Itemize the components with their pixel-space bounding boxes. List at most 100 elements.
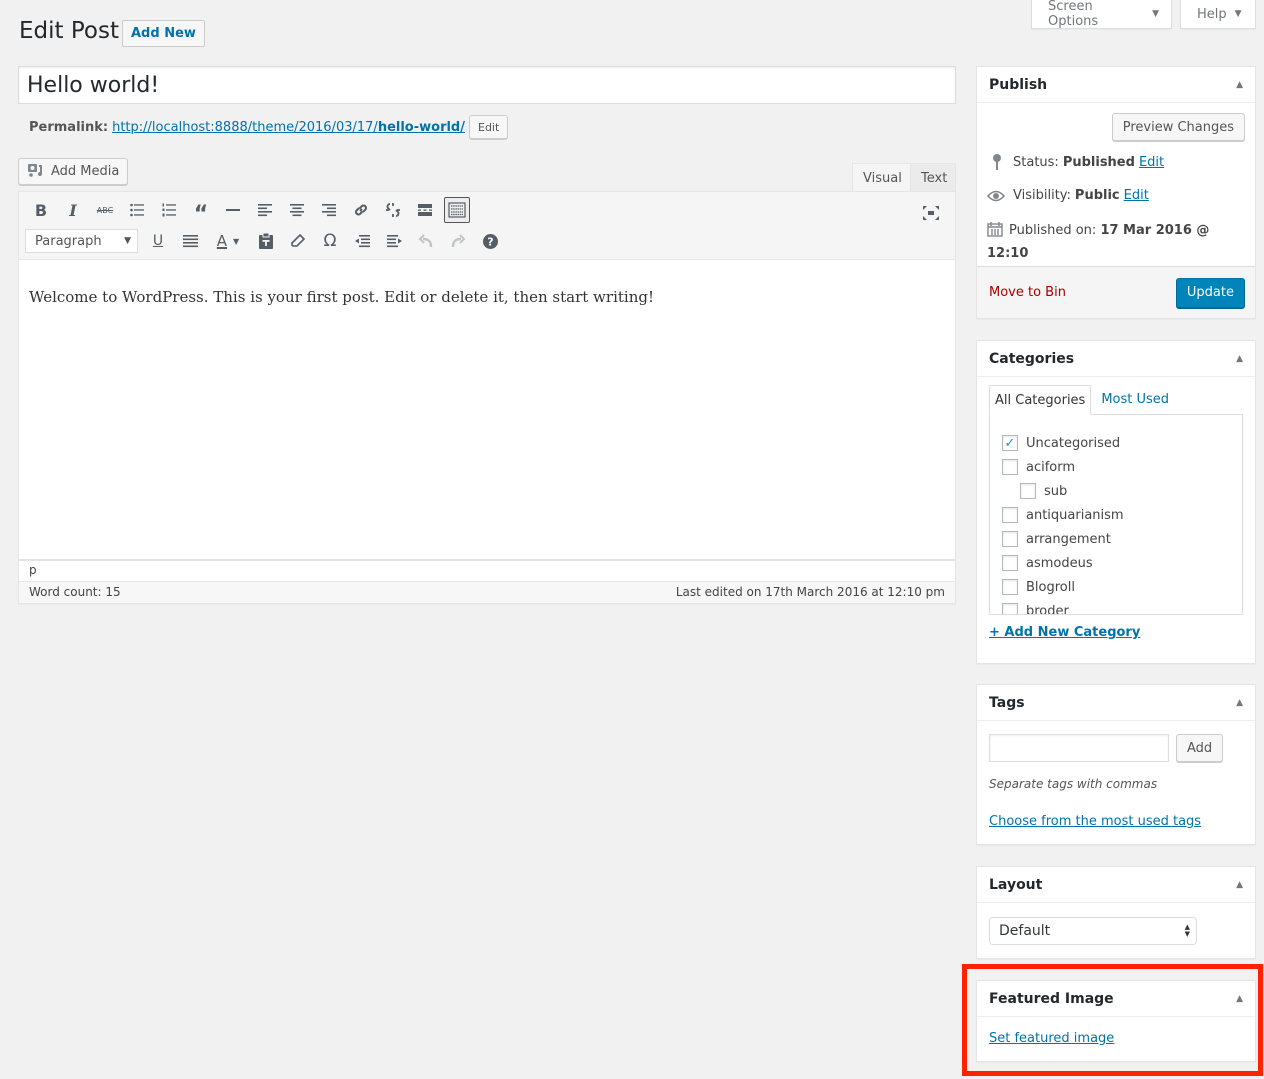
numbered-list-icon[interactable] [153,197,185,223]
editor-toolbar: B I ABC “ Paragraph ▼ U A ▼ Ω ? [18,191,956,260]
visibility-label: Visibility: [1013,188,1071,203]
format-select-value: Paragraph [35,233,102,249]
status-value: Published [1062,154,1135,170]
update-button[interactable]: Update [1175,277,1245,308]
permalink-row: Permalink: http://localhost:8888/theme/2… [29,115,509,139]
underline-icon[interactable]: U [142,228,174,254]
screen-options-label: Screen Options [1048,0,1099,29]
select-arrows-icon: ▲ ▼ [1184,923,1190,938]
layout-header[interactable]: Layout ▲ [977,867,1255,903]
align-left-icon[interactable] [249,197,281,223]
paste-as-text-icon[interactable] [250,228,282,254]
screen-options-button[interactable]: Screen Options ▼ [1031,0,1172,29]
categories-header[interactable]: Categories ▲ [977,341,1255,377]
toolbar-toggle-icon[interactable] [444,197,470,223]
blockquote-icon[interactable]: “ [185,197,217,226]
collapse-arrow-icon[interactable]: ▲ [1236,354,1243,364]
tags-hint: Separate tags with commas [989,777,1158,791]
checkbox[interactable] [1002,603,1018,614]
visibility-edit-link[interactable]: Edit [1124,188,1149,203]
path-element[interactable]: p [29,563,37,577]
checkbox[interactable] [1002,531,1018,547]
permalink-edit-button[interactable]: Edit [469,115,509,139]
tab-most-used[interactable]: Most Used [1091,385,1174,415]
unlink-icon[interactable] [377,197,409,223]
tab-text[interactable]: Text [910,163,956,192]
checkbox[interactable] [1002,507,1018,523]
indent-icon[interactable] [378,228,410,254]
format-select[interactable]: Paragraph ▼ [25,229,138,253]
categories-title: Categories [989,350,1075,367]
move-to-bin-link[interactable]: Move to Bin [989,285,1066,300]
justify-icon[interactable] [174,228,206,254]
category-item[interactable]: arrangement [1002,527,1230,551]
choose-tags-link[interactable]: Choose from the most used tags [989,814,1201,829]
special-character-icon[interactable]: Ω [314,228,346,254]
publish-header[interactable]: Publish ▲ [977,67,1255,103]
permalink-link[interactable]: http://localhost:8888/theme/2016/03/17/h… [112,120,465,135]
outdent-icon[interactable] [346,228,378,254]
category-item[interactable]: ✓ Uncategorised [1002,431,1230,455]
add-new-button[interactable]: Add New [122,20,205,47]
collapse-arrow-icon[interactable]: ▲ [1236,80,1243,90]
calendar-icon [987,221,1003,244]
add-tag-button[interactable]: Add [1176,734,1224,762]
clear-formatting-icon[interactable] [282,228,314,254]
status-edit-link[interactable]: Edit [1139,155,1164,170]
link-icon[interactable] [345,197,377,223]
undo-icon[interactable] [410,228,442,254]
checkbox[interactable] [1002,459,1018,475]
visibility-row: Visibility: Public Edit [987,188,1149,203]
category-item[interactable]: antiquarianism [1002,503,1230,527]
text-color-icon[interactable]: A ▼ [206,228,250,254]
add-new-category-link[interactable]: + Add New Category [989,625,1140,640]
tab-all-categories[interactable]: All Categories [989,385,1092,415]
add-media-button[interactable]: Add Media [18,158,129,185]
category-item[interactable]: aciform [1002,455,1230,479]
svg-text:?: ? [487,235,493,248]
publish-actions: Move to Bin Update [977,266,1255,318]
tags-title: Tags [989,694,1025,711]
checkbox-checked[interactable]: ✓ [1002,435,1018,451]
align-center-icon[interactable] [281,197,313,223]
help-button[interactable]: Help ▼ [1180,0,1256,29]
help-icon[interactable]: ? [474,228,506,254]
preview-changes-button[interactable]: Preview Changes [1111,113,1245,141]
align-right-icon[interactable] [313,197,345,223]
tags-header[interactable]: Tags ▲ [977,685,1255,721]
fullscreen-icon[interactable] [915,200,947,226]
editor-paragraph: Welcome to WordPress. This is your first… [29,288,654,306]
add-media-label: Add Media [51,164,120,179]
tag-input[interactable] [989,734,1169,762]
permalink-base: http://localhost:8888/theme/2016/03/17/ [112,119,378,135]
redo-icon[interactable] [442,228,474,254]
collapse-arrow-icon[interactable]: ▲ [1236,698,1243,708]
category-checklist[interactable]: ✓ Uncategorised aciform sub antiquarianis… [989,414,1243,615]
category-label: Uncategorised [1026,435,1121,451]
checkbox[interactable] [1020,483,1036,499]
collapse-arrow-icon[interactable]: ▲ [1236,880,1243,890]
editor-content[interactable]: Welcome to WordPress. This is your first… [18,260,956,560]
bullet-list-icon[interactable] [121,197,153,223]
italic-icon[interactable]: I [57,197,89,223]
read-more-icon[interactable] [409,197,441,223]
last-edited: Last edited on 17th March 2016 at 12:10 … [675,585,945,599]
permalink-label: Permalink: [29,119,109,135]
category-item[interactable]: sub [1002,479,1230,503]
bold-icon[interactable]: B [25,197,57,223]
strikethrough-icon[interactable]: ABC [89,197,121,223]
category-item[interactable]: asmodeus [1002,551,1230,575]
category-label: broder [1026,603,1069,615]
category-item[interactable]: Blogroll [1002,575,1230,599]
category-item[interactable]: broder [1002,599,1230,615]
checkbox[interactable] [1002,579,1018,595]
tab-visual[interactable]: Visual [852,163,913,192]
category-label: antiquarianism [1026,507,1124,523]
tags-box: Tags ▲ Add Separate tags with commas Cho… [976,684,1256,845]
horizontal-line-icon[interactable] [217,197,249,223]
caret-down-icon: ▼ [1234,9,1242,19]
post-title-input[interactable] [18,66,956,104]
checkbox[interactable] [1002,555,1018,571]
editor-path: p [18,560,956,582]
layout-select[interactable]: Default ▲ ▼ [989,917,1197,945]
